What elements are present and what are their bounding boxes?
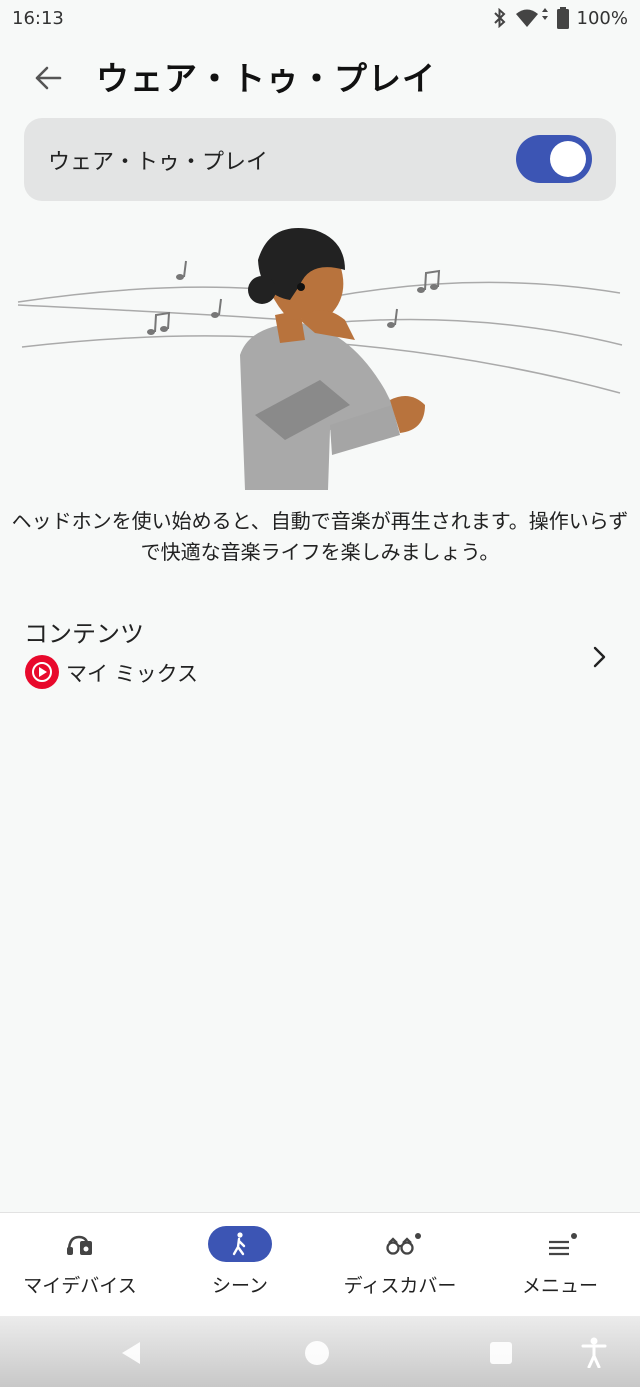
nav-my-device[interactable]: マイデバイス (0, 1213, 160, 1317)
toggle-label: ウェア・トゥ・プレイ (48, 150, 269, 175)
hero-illustration (17, 228, 623, 490)
wear-to-play-toggle-card[interactable]: ウェア・トゥ・プレイ (24, 118, 616, 201)
contents-section-title: コンテンツ (24, 620, 144, 648)
wear-to-play-switch[interactable] (516, 135, 592, 183)
bluetooth-icon (493, 8, 505, 28)
my-mix-label: マイ ミックス (66, 662, 199, 686)
system-back-icon[interactable] (118, 1340, 144, 1366)
wifi-icon (515, 8, 548, 27)
status-icons: 100% (493, 7, 628, 29)
switch-knob (550, 141, 586, 177)
menu-icon (549, 1233, 577, 1256)
system-home-icon[interactable] (303, 1339, 331, 1367)
binoculars-icon (386, 1233, 421, 1255)
feature-description: ヘッドホンを使い始めると、自動で音楽が再生されます。操作いらずで快適な音楽ライフ… (11, 509, 629, 564)
nav-discover-label: ディスカバー (343, 1275, 457, 1297)
person-figure (240, 228, 425, 490)
back-arrow-icon[interactable] (28, 58, 68, 98)
walking-person-icon (232, 1232, 246, 1256)
page-title: ウェア・トゥ・プレイ (96, 59, 436, 98)
battery-icon (556, 7, 569, 29)
chevron-right-icon (593, 646, 606, 668)
nav-discover[interactable]: ディスカバー (320, 1213, 480, 1317)
headphones-device-icon (67, 1235, 92, 1255)
bottom-navigation: マイデバイス シーン ディスカバー メニュー (0, 1212, 640, 1317)
nav-menu-label: メニュー (521, 1275, 598, 1297)
my-mix-row[interactable]: マイ ミックス (0, 646, 640, 694)
app-bar: ウェア・トゥ・プレイ (0, 42, 640, 110)
battery-percent: 100% (576, 7, 628, 29)
system-recents-icon[interactable] (488, 1340, 514, 1366)
accessibility-icon[interactable] (580, 1336, 608, 1368)
nav-my-device-label: マイデバイス (23, 1275, 137, 1297)
nav-scene[interactable]: シーン (160, 1213, 320, 1317)
status-bar: 16:13 100% (0, 0, 640, 36)
youtube-music-icon (25, 655, 59, 689)
nav-menu[interactable]: メニュー (480, 1213, 640, 1317)
nav-scene-label: シーン (211, 1275, 269, 1297)
system-navigation-bar (0, 1316, 640, 1387)
status-time: 16:13 (12, 7, 64, 29)
